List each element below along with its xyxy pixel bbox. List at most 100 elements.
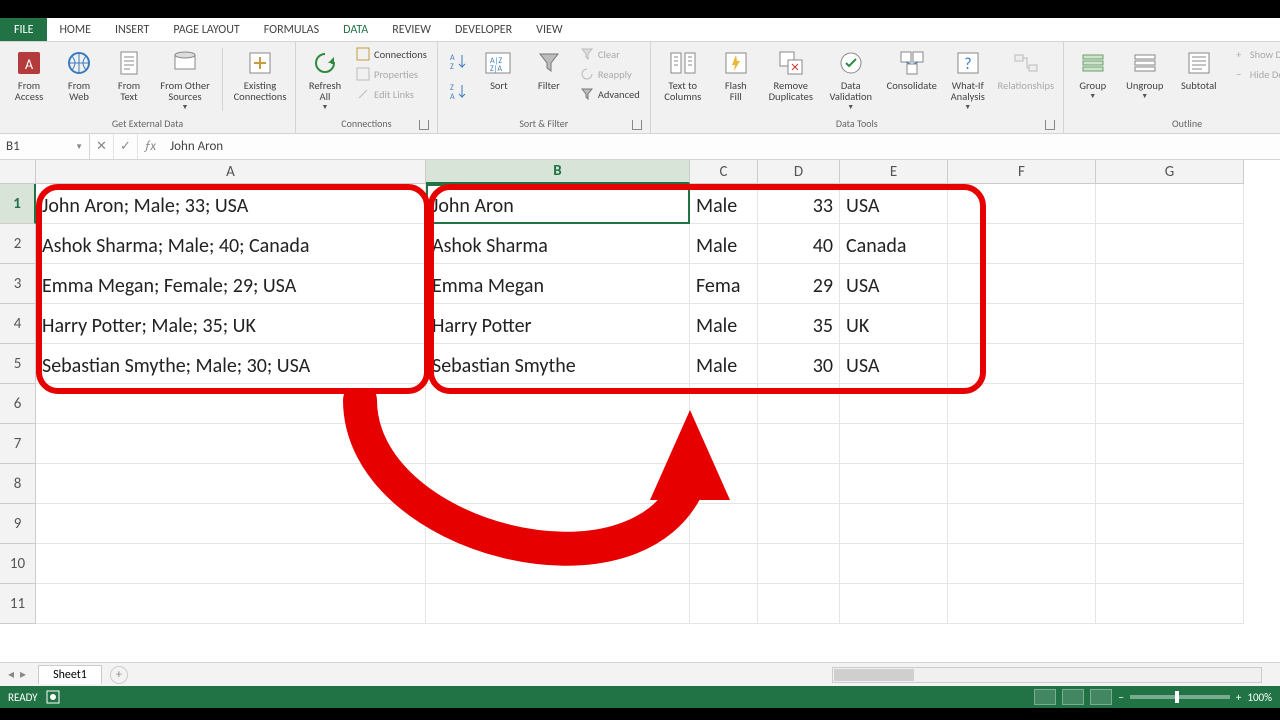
advanced-filter-button[interactable]: Advanced — [576, 84, 644, 104]
row-header-5[interactable]: 5 — [0, 344, 36, 384]
cell-G5[interactable] — [1096, 344, 1244, 384]
cell-C9[interactable] — [690, 504, 758, 544]
cell-C8[interactable] — [690, 464, 758, 504]
cell-F5[interactable] — [948, 344, 1096, 384]
row-header-2[interactable]: 2 — [0, 224, 36, 264]
from-web-button[interactable]: From Web — [56, 44, 102, 102]
tab-formulas[interactable]: FORMULAS — [252, 18, 331, 41]
cell-G1[interactable] — [1096, 184, 1244, 224]
cell-E9[interactable] — [840, 504, 948, 544]
column-header-F[interactable]: F — [948, 160, 1096, 184]
cell-F8[interactable] — [948, 464, 1096, 504]
name-box[interactable]: B1▼ — [0, 134, 90, 159]
cell-B3[interactable]: Emma Megan — [426, 264, 690, 304]
column-header-E[interactable]: E — [840, 160, 948, 184]
consolidate-button[interactable]: Consolidate — [883, 44, 941, 91]
view-page-break-button[interactable] — [1090, 689, 1112, 705]
cell-D9[interactable] — [758, 504, 840, 544]
cell-D6[interactable] — [758, 384, 840, 424]
cell-D8[interactable] — [758, 464, 840, 504]
cell-A11[interactable] — [36, 584, 426, 624]
zoom-in-button[interactable]: + — [1236, 691, 1241, 704]
zoom-out-button[interactable]: − — [1118, 691, 1123, 704]
cell-A4[interactable]: Harry Potter; Male; 35; UK — [36, 304, 426, 344]
cell-C1[interactable]: Male — [690, 184, 758, 224]
cell-E1[interactable]: USA — [840, 184, 948, 224]
cell-A10[interactable] — [36, 544, 426, 584]
cell-E11[interactable] — [840, 584, 948, 624]
remove-duplicates-button[interactable]: Remove Duplicates — [763, 44, 819, 102]
sort-asc-button[interactable]: AZ — [444, 48, 472, 74]
properties-button[interactable]: Properties — [352, 64, 431, 84]
cell-D4[interactable]: 35 — [758, 304, 840, 344]
cell-F11[interactable] — [948, 584, 1096, 624]
cell-G8[interactable] — [1096, 464, 1244, 504]
row-header-11[interactable]: 11 — [0, 584, 36, 624]
hide-detail-button[interactable]: −Hide Detail — [1228, 64, 1280, 84]
column-header-D[interactable]: D — [758, 160, 840, 184]
zoom-level[interactable]: 100% — [1247, 691, 1272, 704]
row-header-3[interactable]: 3 — [0, 264, 36, 304]
column-header-C[interactable]: C — [690, 160, 758, 184]
cell-G6[interactable] — [1096, 384, 1244, 424]
cell-C7[interactable] — [690, 424, 758, 464]
cell-E5[interactable]: USA — [840, 344, 948, 384]
row-header-1[interactable]: 1 — [0, 184, 36, 224]
connections-button[interactable]: Connections — [352, 44, 431, 64]
tab-file[interactable]: FILE — [0, 18, 47, 41]
new-sheet-button[interactable]: + — [110, 666, 128, 684]
row-header-8[interactable]: 8 — [0, 464, 36, 504]
fx-icon[interactable]: ƒx — [138, 139, 162, 154]
clear-filter-button[interactable]: Clear — [576, 44, 644, 64]
refresh-all-button[interactable]: Refresh All ▼ — [302, 44, 348, 111]
cell-C2[interactable]: Male — [690, 224, 758, 264]
cell-B6[interactable] — [426, 384, 690, 424]
show-detail-button[interactable]: +Show Detail — [1228, 44, 1280, 64]
tab-view[interactable]: VIEW — [524, 18, 574, 41]
row-header-7[interactable]: 7 — [0, 424, 36, 464]
cell-F1[interactable] — [948, 184, 1096, 224]
filter-button[interactable]: Filter — [526, 44, 572, 91]
relationships-button[interactable]: Relationships — [995, 44, 1057, 91]
tab-data[interactable]: DATA — [331, 18, 380, 41]
horizontal-scrollbar[interactable] — [832, 667, 1262, 683]
cell-E2[interactable]: Canada — [840, 224, 948, 264]
cell-A1[interactable]: John Aron; Male; 33; USA — [36, 184, 426, 224]
cell-G11[interactable] — [1096, 584, 1244, 624]
cell-F3[interactable] — [948, 264, 1096, 304]
cell-B8[interactable] — [426, 464, 690, 504]
edit-links-button[interactable]: Edit Links — [352, 84, 431, 104]
cell-G3[interactable] — [1096, 264, 1244, 304]
sort-desc-button[interactable]: ZA — [444, 78, 472, 104]
cancel-formula-button[interactable]: ✕ — [90, 134, 114, 159]
cell-C4[interactable]: Male — [690, 304, 758, 344]
enter-formula-button[interactable]: ✓ — [114, 134, 138, 159]
macro-record-icon[interactable] — [46, 690, 60, 704]
tab-home[interactable]: HOME — [47, 18, 103, 41]
sort-button[interactable]: A|ZZ|A Sort — [476, 44, 522, 91]
cell-B4[interactable]: Harry Potter — [426, 304, 690, 344]
subtotal-button[interactable]: Subtotal — [1174, 44, 1224, 91]
what-if-button[interactable]: ? What-If Analysis ▼ — [945, 44, 991, 111]
row-header-6[interactable]: 6 — [0, 384, 36, 424]
formula-input[interactable]: John Aron — [162, 139, 1280, 154]
cell-B7[interactable] — [426, 424, 690, 464]
cell-A8[interactable] — [36, 464, 426, 504]
cell-A9[interactable] — [36, 504, 426, 544]
sheet-tab-sheet1[interactable]: Sheet1 — [38, 665, 102, 684]
view-page-layout-button[interactable] — [1062, 689, 1084, 705]
existing-connections-button[interactable]: Existing Connections — [231, 44, 289, 102]
cell-F4[interactable] — [948, 304, 1096, 344]
cell-G10[interactable] — [1096, 544, 1244, 584]
cell-E7[interactable] — [840, 424, 948, 464]
row-header-9[interactable]: 9 — [0, 504, 36, 544]
cell-F10[interactable] — [948, 544, 1096, 584]
cell-D10[interactable] — [758, 544, 840, 584]
sheet-nav[interactable]: ◂▸ — [0, 667, 34, 682]
tab-developer[interactable]: DEVELOPER — [443, 18, 524, 41]
cell-B5[interactable]: Sebastian Smythe — [426, 344, 690, 384]
tab-insert[interactable]: INSERT — [103, 18, 161, 41]
flash-fill-button[interactable]: Flash Fill — [713, 44, 759, 102]
from-text-button[interactable]: From Text — [106, 44, 152, 102]
reapply-button[interactable]: Reapply — [576, 64, 644, 84]
